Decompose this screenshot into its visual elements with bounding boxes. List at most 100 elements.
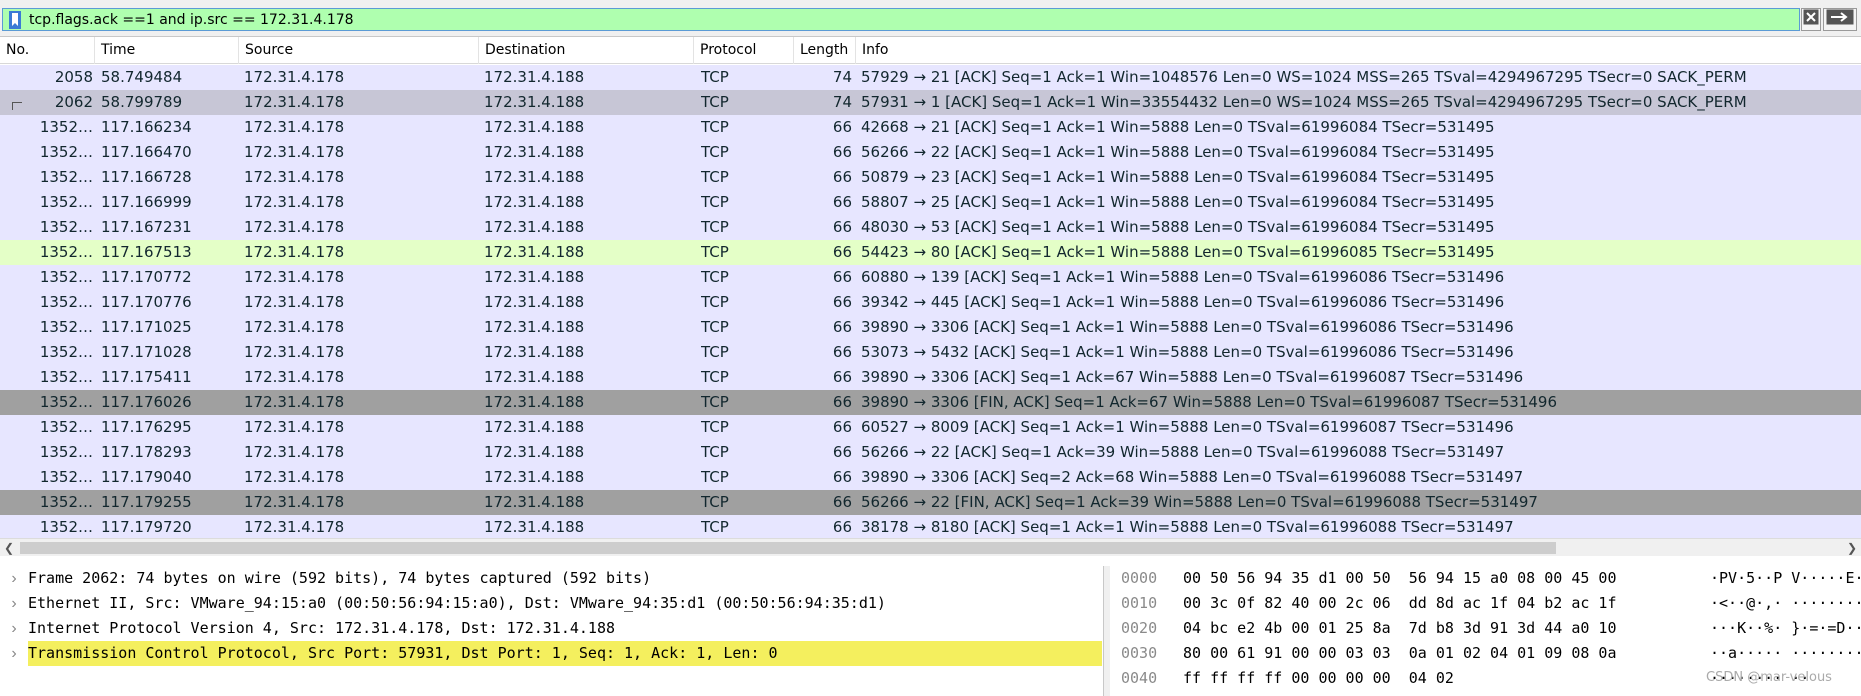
arrow-right-icon xyxy=(1826,9,1854,30)
packet-row[interactable]: 1352… 117.179040 172.31.4.178 172.31.4.188 T… xyxy=(0,465,1861,490)
scrollbar-thumb[interactable] xyxy=(20,542,1556,554)
bookmark-icon[interactable] xyxy=(8,10,22,29)
packet-number: 1352… xyxy=(39,193,93,211)
packet-length: 66 xyxy=(832,218,852,236)
hex-dump-row[interactable]: 0010 00 3c 0f 82 40 00 2c 06 dd 8d ac 1f … xyxy=(1110,591,1861,616)
packet-source: 172.31.4.178 xyxy=(244,68,345,86)
packet-info: 39890 → 3306 [ACK] Seq=2 Ack=68 Win=5888… xyxy=(861,468,1524,486)
chevron-right-icon[interactable]: › xyxy=(7,641,21,666)
column-header-length[interactable]: Length xyxy=(794,37,856,64)
packet-number: 1352… xyxy=(39,293,93,311)
packet-row[interactable]: 1352… 117.166728 172.31.4.178 172.31.4.188 T… xyxy=(0,165,1861,190)
display-filter-toolbar: tcp.flags.ack ==1 and ip.src == 172.31.4… xyxy=(0,0,1861,37)
ascii-bytes: ··a····· ········ xyxy=(1710,644,1861,662)
hex-dump-row[interactable]: 0000 00 50 56 94 35 d1 00 50 56 94 15 a0 … xyxy=(1110,566,1861,591)
packet-row[interactable]: 1352… 117.179255 172.31.4.178 172.31.4.188 T… xyxy=(0,490,1861,515)
column-header-info[interactable]: Info xyxy=(856,37,1861,64)
hex-dump-row[interactable]: 0030 80 00 61 91 00 00 03 03 0a 01 02 04 … xyxy=(1110,641,1861,666)
column-header-protocol[interactable]: Protocol xyxy=(694,37,794,64)
packet-row[interactable]: 1352… 117.166234 172.31.4.178 172.31.4.188 T… xyxy=(0,115,1861,140)
detail-tree-label: Ethernet II, Src: VMware_94:15:a0 (00:50… xyxy=(28,594,886,612)
scroll-right-icon[interactable]: ❯ xyxy=(1843,539,1861,557)
detail-tree-label: Transmission Control Protocol, Src Port:… xyxy=(28,641,1102,666)
packet-list[interactable]: No. Time Source Destination Protocol Len… xyxy=(0,37,1861,540)
packet-source: 172.31.4.178 xyxy=(244,343,345,361)
packet-row[interactable]: 1352… 117.166470 172.31.4.178 172.31.4.188 T… xyxy=(0,140,1861,165)
packet-time: 117.166728 xyxy=(101,168,192,186)
column-header-time[interactable]: Time xyxy=(95,37,239,64)
packet-info: 58807 → 25 [ACK] Seq=1 Ack=1 Win=5888 Le… xyxy=(861,193,1495,211)
detail-tree-label: Internet Protocol Version 4, Src: 172.31… xyxy=(28,619,615,637)
packet-length: 66 xyxy=(832,193,852,211)
packet-row[interactable]: 2062 58.799789 172.31.4.178 172.31.4.188 TCP… xyxy=(0,90,1861,115)
packet-destination: 172.31.4.188 xyxy=(484,68,585,86)
scroll-left-icon[interactable]: ❮ xyxy=(0,539,18,557)
packet-destination: 172.31.4.188 xyxy=(484,343,585,361)
detail-tree-item[interactable]: › Ethernet II, Src: VMware_94:15:a0 (00:5… xyxy=(0,591,1103,616)
packet-destination: 172.31.4.188 xyxy=(484,468,585,486)
ascii-bytes: ···K··%· }·=·=D·· xyxy=(1710,619,1861,637)
apply-filter-button[interactable] xyxy=(1823,8,1857,31)
packet-row[interactable]: 1352… 117.170772 172.31.4.178 172.31.4.188 T… xyxy=(0,265,1861,290)
packet-length: 66 xyxy=(832,368,852,386)
clear-filter-button[interactable] xyxy=(1801,8,1821,31)
hex-offset: 0010 xyxy=(1121,594,1158,612)
chevron-right-icon[interactable]: › xyxy=(7,591,21,616)
packet-time: 117.167231 xyxy=(101,218,192,236)
column-header-source[interactable]: Source xyxy=(239,37,479,64)
packet-row[interactable]: 1352… 117.167231 172.31.4.178 172.31.4.188 T… xyxy=(0,215,1861,240)
packet-length: 66 xyxy=(832,468,852,486)
hex-bytes: 00 3c 0f 82 40 00 2c 06 dd 8d ac 1f 04 b… xyxy=(1183,594,1617,612)
chevron-right-icon[interactable]: › xyxy=(7,616,21,641)
packet-source: 172.31.4.178 xyxy=(244,368,345,386)
packet-row[interactable]: 1352… 117.167513 172.31.4.178 172.31.4.188 T… xyxy=(0,240,1861,265)
packet-number: 1352… xyxy=(39,268,93,286)
packet-info: 60527 → 8009 [ACK] Seq=1 Ack=1 Win=5888 … xyxy=(861,418,1514,436)
packet-protocol: TCP xyxy=(701,218,729,236)
packet-info: 39890 → 3306 [FIN, ACK] Seq=1 Ack=67 Win… xyxy=(861,393,1558,411)
packet-source: 172.31.4.178 xyxy=(244,493,345,511)
detail-tree-item[interactable]: › Frame 2062: 74 bytes on wire (592 bits)… xyxy=(0,566,1103,591)
packet-info: 53073 → 5432 [ACK] Seq=1 Ack=1 Win=5888 … xyxy=(861,343,1514,361)
packet-info: 56266 → 22 [ACK] Seq=1 Ack=1 Win=5888 Le… xyxy=(861,143,1495,161)
packet-time: 117.179720 xyxy=(101,518,192,536)
packet-protocol: TCP xyxy=(701,418,729,436)
packet-row[interactable]: 1352… 117.170776 172.31.4.178 172.31.4.188 T… xyxy=(0,290,1861,315)
packet-row[interactable]: 1352… 117.176295 172.31.4.178 172.31.4.188 T… xyxy=(0,415,1861,440)
packet-source: 172.31.4.178 xyxy=(244,518,345,536)
packet-number: 2058 xyxy=(54,68,93,86)
packet-list-horizontal-scrollbar[interactable]: ❮ ❯ xyxy=(0,538,1861,556)
chevron-right-icon[interactable]: › xyxy=(7,566,21,591)
packet-row[interactable]: 1352… 117.171025 172.31.4.178 172.31.4.188 T… xyxy=(0,315,1861,340)
packet-info: 56266 → 22 [FIN, ACK] Seq=1 Ack=39 Win=5… xyxy=(861,493,1538,511)
filter-expression[interactable]: tcp.flags.ack ==1 and ip.src == 172.31.4… xyxy=(29,12,354,28)
packet-destination: 172.31.4.188 xyxy=(484,318,585,336)
detail-tree-item[interactable]: › Internet Protocol Version 4, Src: 172.3… xyxy=(0,616,1103,641)
packet-number: 1352… xyxy=(39,443,93,461)
packet-number: 2062 xyxy=(54,93,93,111)
packet-row[interactable]: 2058 58.749484 172.31.4.178 172.31.4.188 TCP… xyxy=(0,65,1861,90)
packet-number: 1352… xyxy=(39,143,93,161)
display-filter-input[interactable]: tcp.flags.ack ==1 and ip.src == 172.31.4… xyxy=(2,8,1800,31)
packet-row[interactable]: 1352… 117.176026 172.31.4.178 172.31.4.188 T… xyxy=(0,390,1861,415)
packet-row[interactable]: 1352… 117.171028 172.31.4.178 172.31.4.188 T… xyxy=(0,340,1861,365)
packet-time: 117.166999 xyxy=(101,193,192,211)
packet-number: 1352… xyxy=(39,343,93,361)
column-header-destination[interactable]: Destination xyxy=(479,37,694,64)
watermark: CSDN @mar-velous xyxy=(1706,670,1832,685)
close-icon xyxy=(1803,9,1819,30)
packet-row[interactable]: 1352… 117.178293 172.31.4.178 172.31.4.188 T… xyxy=(0,440,1861,465)
packet-row[interactable]: 1352… 117.179720 172.31.4.178 172.31.4.188 T… xyxy=(0,515,1861,540)
packet-source: 172.31.4.178 xyxy=(244,218,345,236)
packet-time: 117.179255 xyxy=(101,493,192,511)
packet-destination: 172.31.4.188 xyxy=(484,268,585,286)
packet-protocol: TCP xyxy=(701,318,729,336)
packet-row[interactable]: 1352… 117.175411 172.31.4.178 172.31.4.188 T… xyxy=(0,365,1861,390)
packet-row[interactable]: 1352… 117.166999 172.31.4.178 172.31.4.188 T… xyxy=(0,190,1861,215)
hex-dump-row[interactable]: 0020 04 bc e2 4b 00 01 25 8a 7d b8 3d 91 … xyxy=(1110,616,1861,641)
detail-tree-item[interactable]: › Transmission Control Protocol, Src Port… xyxy=(0,641,1103,666)
packet-info: 48030 → 53 [ACK] Seq=1 Ack=1 Win=5888 Le… xyxy=(861,218,1495,236)
packet-time: 117.171025 xyxy=(101,318,192,336)
packet-number: 1352… xyxy=(39,493,93,511)
column-header-no[interactable]: No. xyxy=(0,37,95,64)
